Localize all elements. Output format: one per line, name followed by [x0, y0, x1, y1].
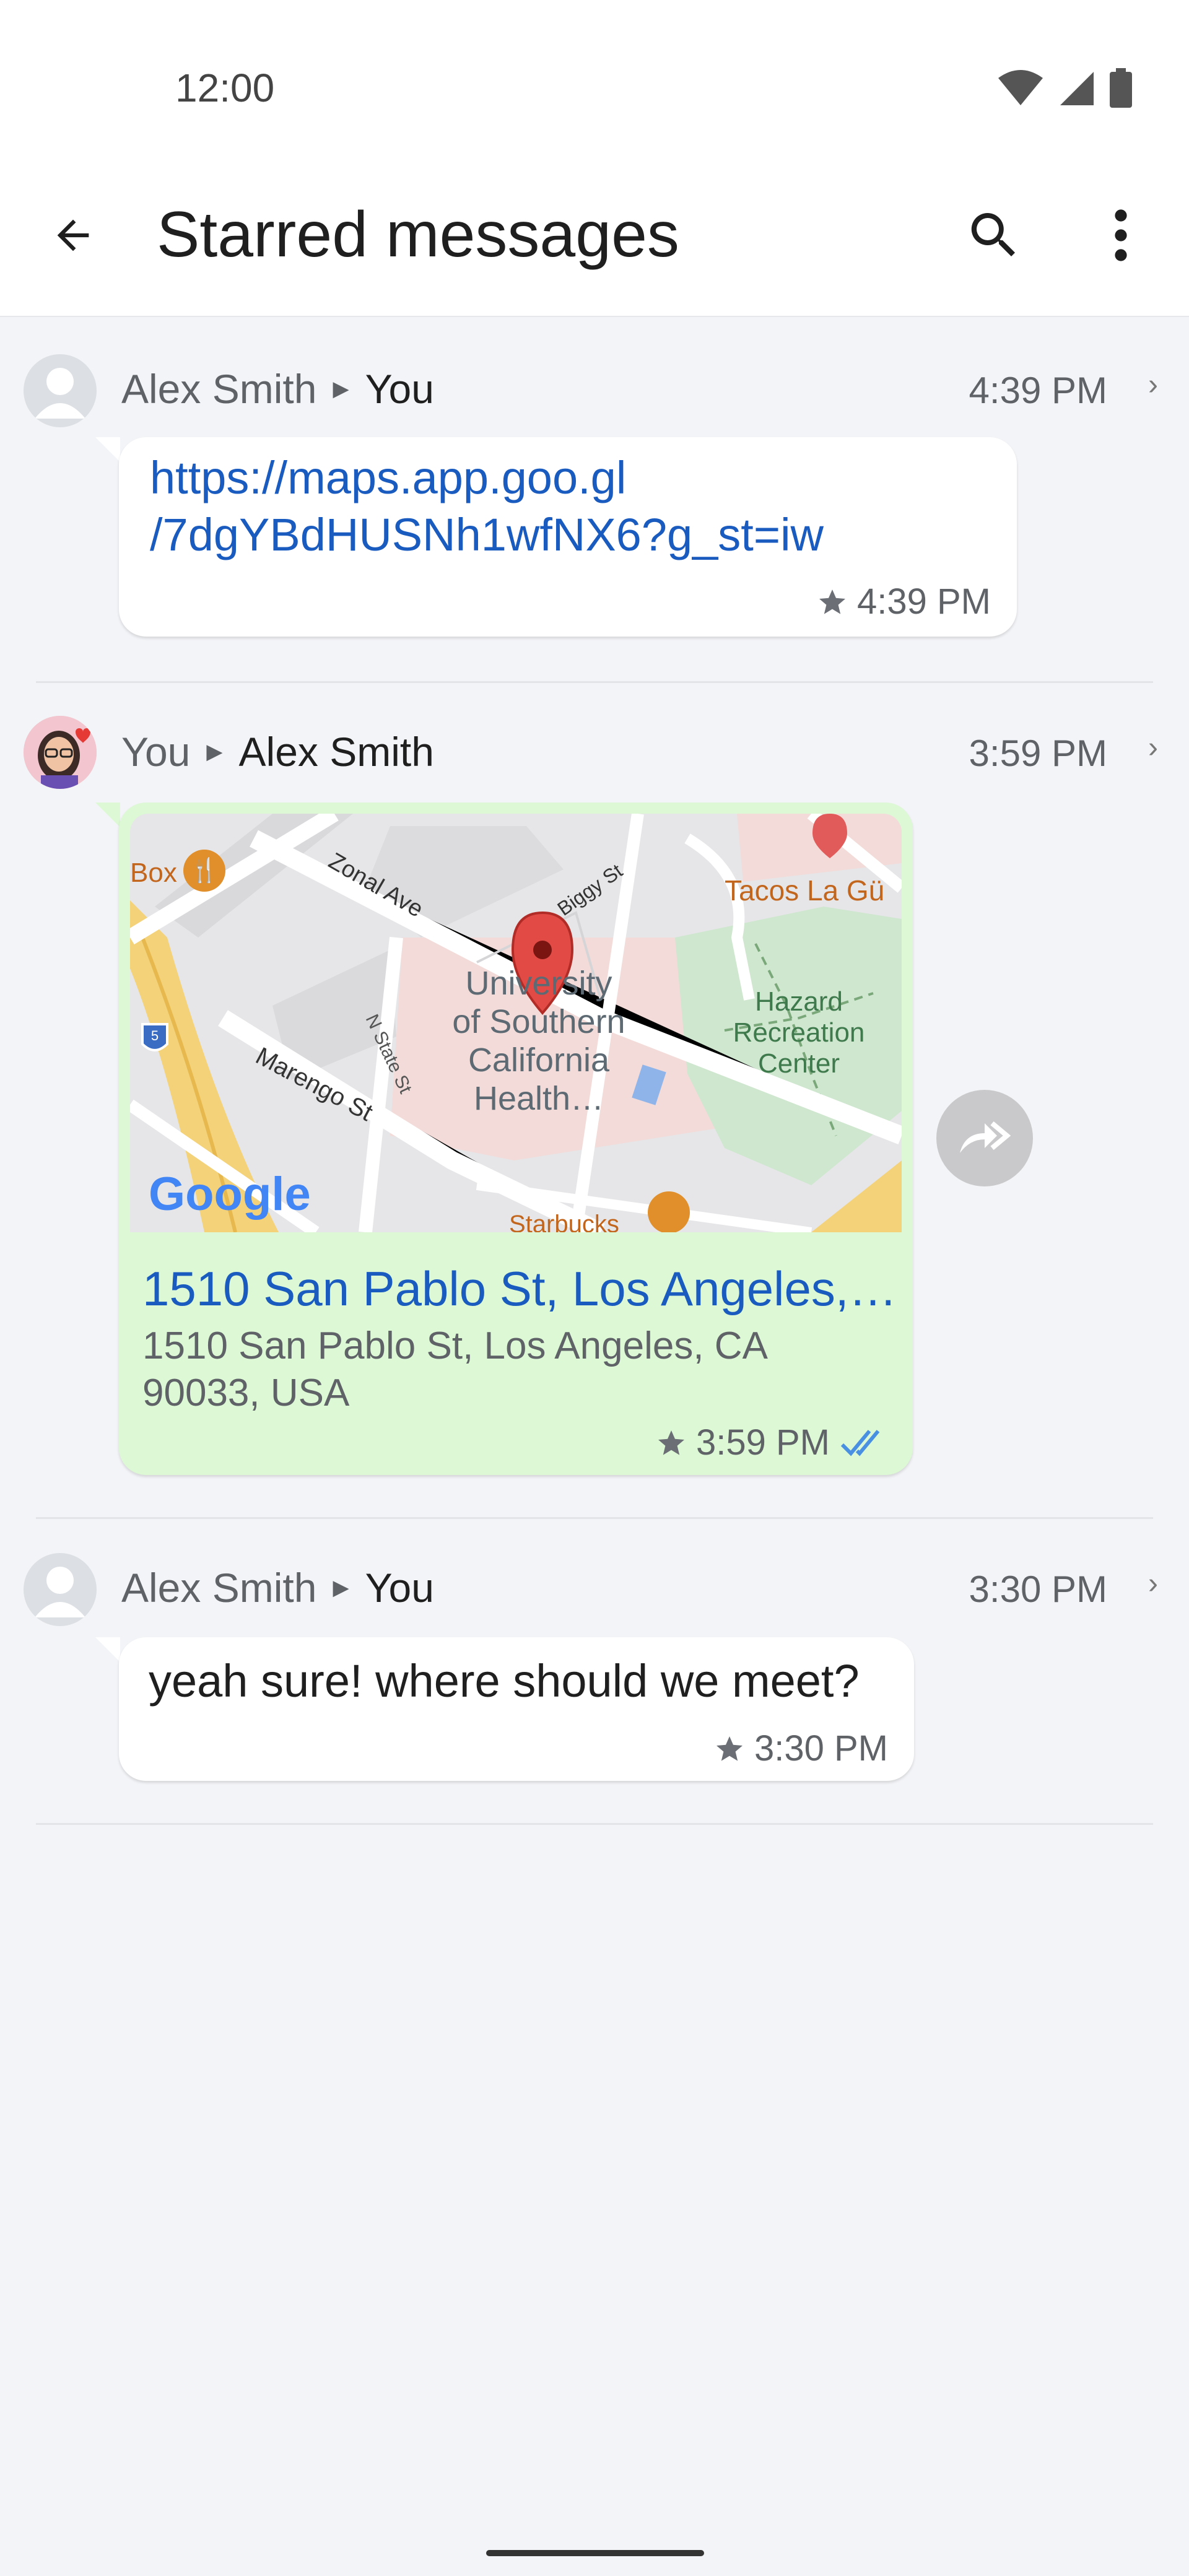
map-label: Tacos La Gü: [725, 874, 884, 907]
map-preview[interactable]: 🍴 Box Zonal Ave Biggy St Tacos La Gü Uni…: [130, 814, 902, 1232]
bubble-tail: [95, 437, 120, 462]
chevron-right-icon[interactable]: ›: [1148, 368, 1158, 402]
default-person-icon: [35, 368, 85, 419]
divider: [36, 681, 1153, 683]
map-label: 5: [151, 1028, 159, 1043]
star-icon: [716, 1736, 743, 1761]
bubble-meta: 3:30 PM: [715, 1728, 888, 1769]
status-icons: [997, 68, 1133, 108]
header-time: 3:30 PM: [969, 1569, 1107, 1610]
address-line-2: 90033, USA: [142, 1372, 350, 1414]
bubble-meta: 4:39 PM: [817, 581, 991, 622]
svg-text:🍴: 🍴: [189, 856, 219, 884]
status-time: 12:00: [175, 66, 275, 110]
starred-message-3[interactable]: Alex Smith ▶ You 3:30 PM › yeah sure! wh…: [0, 1548, 1189, 1827]
divider: [36, 1517, 1153, 1519]
map-image: 🍴 Box Zonal Ave Biggy St Tacos La Gü Uni…: [130, 814, 902, 1232]
link-line-2: /7dgYBdHUSNh1wfNX6?g_st=iw: [150, 509, 824, 560]
arrow-right-icon: ▶: [206, 740, 223, 764]
header-time: 3:59 PM: [969, 733, 1107, 774]
map-label: Box: [130, 858, 177, 888]
google-logo: Google: [149, 1168, 311, 1221]
map-label: California: [468, 1042, 610, 1079]
bubble-time: 3:30 PM: [754, 1728, 888, 1769]
avatar: [24, 1553, 97, 1626]
map-label: Center: [758, 1048, 840, 1079]
bubble-time: 3:59 PM: [696, 1422, 830, 1463]
forward-button[interactable]: [936, 1090, 1033, 1186]
link-line-1: https://maps.app.goo.gl: [150, 452, 627, 503]
more-options-button[interactable]: [1078, 192, 1164, 279]
map-label: Health…: [474, 1080, 604, 1117]
starred-message-1[interactable]: Alex Smith ▶ You 4:39 PM › https://maps.…: [0, 347, 1189, 681]
bubble-tail: [95, 803, 120, 827]
message-link[interactable]: https://maps.app.goo.gl /7dgYBdHUSNh1wfN…: [150, 450, 824, 564]
message-text: yeah sure! where should we meet?: [149, 1655, 860, 1707]
arrow-right-icon: ▶: [333, 377, 349, 401]
location-bubble[interactable]: 🍴 Box Zonal Ave Biggy St Tacos La Gü Uni…: [119, 803, 913, 1475]
star-icon: [658, 1430, 684, 1455]
sender-name: You: [121, 729, 191, 775]
avatar: [24, 354, 97, 427]
sender-name: Alex Smith: [121, 366, 317, 412]
message-bubble[interactable]: yeah sure! where should we meet? 3:30 PM: [119, 1637, 914, 1781]
forward-icon: [960, 1121, 1011, 1153]
map-label: Starbucks: [509, 1211, 619, 1232]
profile-photo-icon: [24, 716, 97, 789]
map-label: Recreation: [733, 1017, 865, 1048]
recipient-name: Alex Smith: [238, 729, 434, 775]
avatar: [24, 716, 97, 789]
wifi-icon: [998, 70, 1043, 105]
home-gesture-bar[interactable]: [486, 2550, 704, 2556]
map-label: of Southern: [452, 1003, 625, 1040]
chevron-right-icon[interactable]: ›: [1148, 1567, 1158, 1601]
message-header: Alex Smith ▶ You: [121, 365, 434, 412]
search-button[interactable]: [951, 192, 1037, 279]
chevron-right-icon[interactable]: ›: [1148, 731, 1158, 765]
address-line-1: 1510 San Pablo St, Los Angeles, CA: [142, 1325, 768, 1367]
bubble-tail: [95, 1637, 120, 1662]
recipient-name: You: [365, 366, 434, 412]
divider: [36, 1823, 1153, 1825]
message-header: Alex Smith ▶ You: [121, 1564, 434, 1611]
app-header: 12:00 Starred messages: [0, 0, 1189, 317]
recipient-name: You: [365, 1565, 434, 1611]
arrow-right-icon: ▶: [333, 1576, 349, 1599]
message-bubble[interactable]: https://maps.app.goo.gl /7dgYBdHUSNh1wfN…: [119, 437, 1017, 637]
map-label: Hazard: [755, 986, 843, 1017]
battery-icon: [1110, 68, 1132, 108]
header-time: 4:39 PM: [969, 370, 1107, 411]
back-button[interactable]: [30, 192, 116, 279]
bubble-meta: 3:59 PM: [656, 1422, 892, 1463]
location-address: 1510 San Pablo St, Los Angeles, CA 90033…: [142, 1323, 768, 1417]
sender-name: Alex Smith: [121, 1565, 317, 1611]
cell-signal-icon: [1060, 72, 1094, 105]
arrow-back-icon: [57, 219, 89, 251]
star-icon: [819, 589, 845, 614]
bubble-time: 4:39 PM: [857, 581, 991, 622]
message-header: You ▶ Alex Smith: [121, 728, 434, 775]
map-label: University: [465, 965, 612, 1002]
search-icon: [971, 213, 1015, 256]
double-check-icon: [840, 1429, 880, 1456]
more-vert-icon: [1115, 209, 1127, 261]
location-title[interactable]: 1510 San Pablo St, Los Angeles,…: [142, 1261, 897, 1317]
page-title: Starred messages: [157, 199, 679, 271]
default-person-icon: [35, 1567, 85, 1617]
